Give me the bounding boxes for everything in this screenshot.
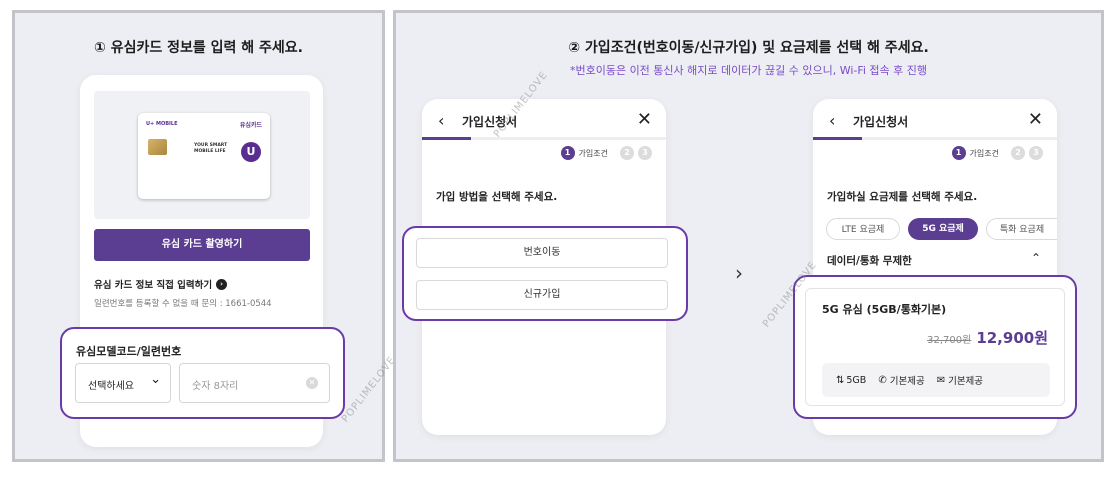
plan-price-row: 32,700원 12,900원 <box>927 327 1048 348</box>
sim-info-panel: ① 유심카드 정보를 입력 해 주세요. U+ MOBILE 유심카드 YOUR… <box>12 10 398 462</box>
step-indicator: 1 가입조건 2 3 <box>951 146 1043 160</box>
step-indicator: 1 가입조건 2 3 <box>560 146 652 160</box>
step-3: 3 <box>638 146 652 160</box>
chevron-down-icon: ⌄ <box>150 372 161 387</box>
discount-price: 12,900원 <box>976 329 1048 347</box>
help-text: 일련번호를 등록할 수 없을 때 문의 : 1661-0544 <box>94 299 272 309</box>
direct-input-label: 유심 카드 정보 직접 입력하기 <box>94 280 213 291</box>
back-arrow-icon[interactable]: ‹ <box>829 111 835 130</box>
step-3: 3 <box>1029 146 1043 160</box>
select-value: 선택하세요 <box>88 381 134 392</box>
clear-icon[interactable]: ✕ <box>306 377 318 389</box>
header-title: 가입신청서 <box>853 115 909 129</box>
plan-highlight: 5G 유심 (5GB/통화기본) 32,700원 12,900원 ⇅ 5GB ✆ 기… <box>793 275 1077 419</box>
call-feature: ✆ 기본제공 <box>878 373 925 388</box>
progress-bar <box>422 137 666 140</box>
field-label: 유심모델코드/일련번호 <box>76 345 182 358</box>
original-price: 32,700원 <box>927 335 972 346</box>
app-header: ‹ 가입신청서 ✕ <box>813 99 1057 145</box>
panel-heading: ① 유심카드 정보를 입력 해 주세요. <box>94 40 303 56</box>
serial-number-input[interactable]: 숫자 8자리 ✕ <box>179 363 330 403</box>
panel-heading: ② 가입조건(번호이동/신규가입) 및 요금제를 선택 해 주세요. <box>568 40 929 56</box>
app-header: ‹ 가입신청서 ✕ <box>422 99 666 145</box>
close-icon[interactable]: ✕ <box>637 109 652 130</box>
step-2: 2 <box>620 146 634 160</box>
step-label: 가입조건 <box>969 148 999 158</box>
number-port-option[interactable]: 번호이동 <box>416 238 668 268</box>
model-code-highlight: 유심모델코드/일련번호 선택하세요 ⌄ 숫자 8자리 ✕ <box>60 327 345 419</box>
back-arrow-icon[interactable]: ‹ <box>438 111 444 130</box>
plan-features: ⇅ 5GB ✆ 기본제공 ✉ 기본제공 <box>822 363 1050 397</box>
message-feature: ✉ 기본제공 <box>936 373 984 388</box>
data-transfer-icon: ⇅ <box>836 374 845 386</box>
watermark: POPLIMELOVE <box>340 354 399 425</box>
phone-icon: ✆ <box>878 374 887 386</box>
section-title: 데이터/통화 무제한 <box>827 255 912 267</box>
sim-slogan: YOUR SMART MOBILE LIFE <box>194 143 228 154</box>
tab-special-plans[interactable]: 특화 요금제 <box>986 218 1057 240</box>
sim-title: 유심카드 <box>239 122 262 129</box>
step-1: 1 <box>951 146 966 160</box>
sim-card-preview: U+ MOBILE 유심카드 YOUR SMART MOBILE LIFE U <box>94 91 310 219</box>
tab-5g-plans[interactable]: 5G 요금제 <box>908 218 978 240</box>
input-placeholder: 숫자 8자리 <box>192 381 239 392</box>
method-prompt: 가입 방법을 선택해 주세요. <box>436 191 558 203</box>
progress-bar <box>813 137 1057 140</box>
plan-card[interactable]: 5G 유심 (5GB/통화기본) 32,700원 12,900원 ⇅ 5GB ✆ 기… <box>805 288 1065 406</box>
step-label: 가입조건 <box>578 148 608 158</box>
mail-icon: ✉ <box>936 374 946 386</box>
step-2: 2 <box>1011 146 1025 160</box>
plan-prompt: 가입하실 요금제를 선택해 주세요. <box>827 191 978 203</box>
brand-logo-icon: U <box>241 142 261 162</box>
tab-lte-plans[interactable]: LTE 요금제 <box>826 218 900 240</box>
chevron-up-icon[interactable]: ⌃ <box>1031 251 1041 265</box>
join-method-highlight: 번호이동 신규가입 <box>402 226 688 321</box>
sim-chip <box>148 139 167 155</box>
sim-card-image: U+ MOBILE 유심카드 YOUR SMART MOBILE LIFE U <box>138 113 270 199</box>
next-arrow-icon: › <box>735 261 743 285</box>
new-subscription-option[interactable]: 신규가입 <box>416 280 668 310</box>
call-allowance: 기본제공 <box>889 376 925 387</box>
plan-select-panel: ② 가입조건(번호이동/신규가입) 및 요금제를 선택 해 주세요. *번호이동… <box>393 10 1104 462</box>
step-1: 1 <box>560 146 575 160</box>
close-icon[interactable]: ✕ <box>1028 109 1043 130</box>
chevron-right-circle-icon: › <box>216 278 228 290</box>
plan-name: 5G 유심 (5GB/통화기본) <box>822 303 947 316</box>
data-feature: ⇅ 5GB <box>836 375 866 386</box>
message-allowance: 기본제공 <box>948 376 984 387</box>
data-amount: 5GB <box>846 374 867 386</box>
model-code-select[interactable]: 선택하세요 ⌄ <box>75 363 171 403</box>
capture-sim-button[interactable]: 유심 카드 촬영하기 <box>94 229 310 261</box>
notice-text: *번호이동은 이전 통신사 해지로 데이터가 끊길 수 있으니, Wi-Fi 접… <box>569 64 928 77</box>
sim-brand: U+ MOBILE <box>146 121 178 127</box>
direct-input-link[interactable]: 유심 카드 정보 직접 입력하기 › <box>94 277 228 291</box>
